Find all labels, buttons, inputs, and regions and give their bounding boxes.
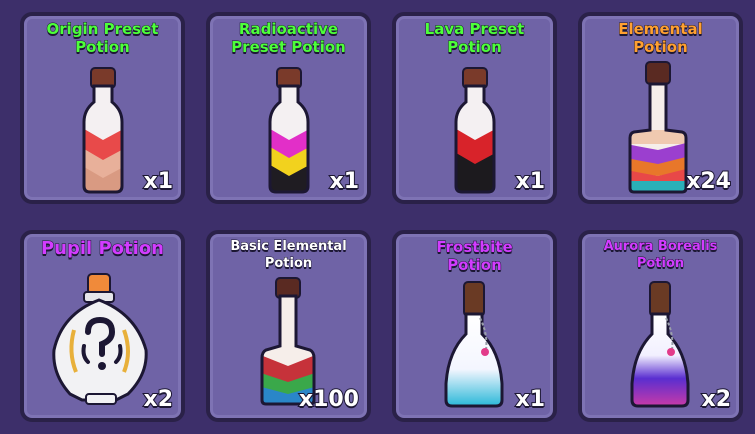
inventory-slot-lava-preset-potion[interactable]: Lava Preset Potion x1	[392, 12, 557, 204]
slot-count: x24	[685, 168, 732, 195]
inventory-slot-frostbite-potion[interactable]: Frostbite Potion x1	[392, 230, 557, 422]
inventory-slot-radioactive-preset-potion[interactable]: Radioactive Preset Potion x1	[206, 12, 371, 204]
inventory-slot-pupil-potion[interactable]: Pupil Potion x2	[20, 230, 185, 422]
inventory-slot-aurora-borealis-potion[interactable]: Aurora Borealis Potion x2	[578, 230, 743, 422]
slot-count: x2	[143, 386, 174, 413]
inventory-slot-basic-elemental-potion[interactable]: Basic Elemental Potion x100	[206, 230, 371, 422]
slot-count: x1	[143, 168, 174, 195]
slot-count: x1	[329, 168, 360, 195]
slot-count: x1	[515, 168, 546, 195]
slot-count: x2	[701, 386, 732, 413]
inventory-slot-origin-preset-potion[interactable]: Origin Preset Potion x1	[20, 12, 185, 204]
slot-count: x100	[298, 386, 360, 413]
slot-count: x1	[515, 386, 546, 413]
inventory-slot-elemental-potion[interactable]: Elemental Potion x24	[578, 12, 743, 204]
potion-inventory-grid: Origin Preset Potion x1 Radioactive Pres…	[0, 0, 755, 434]
